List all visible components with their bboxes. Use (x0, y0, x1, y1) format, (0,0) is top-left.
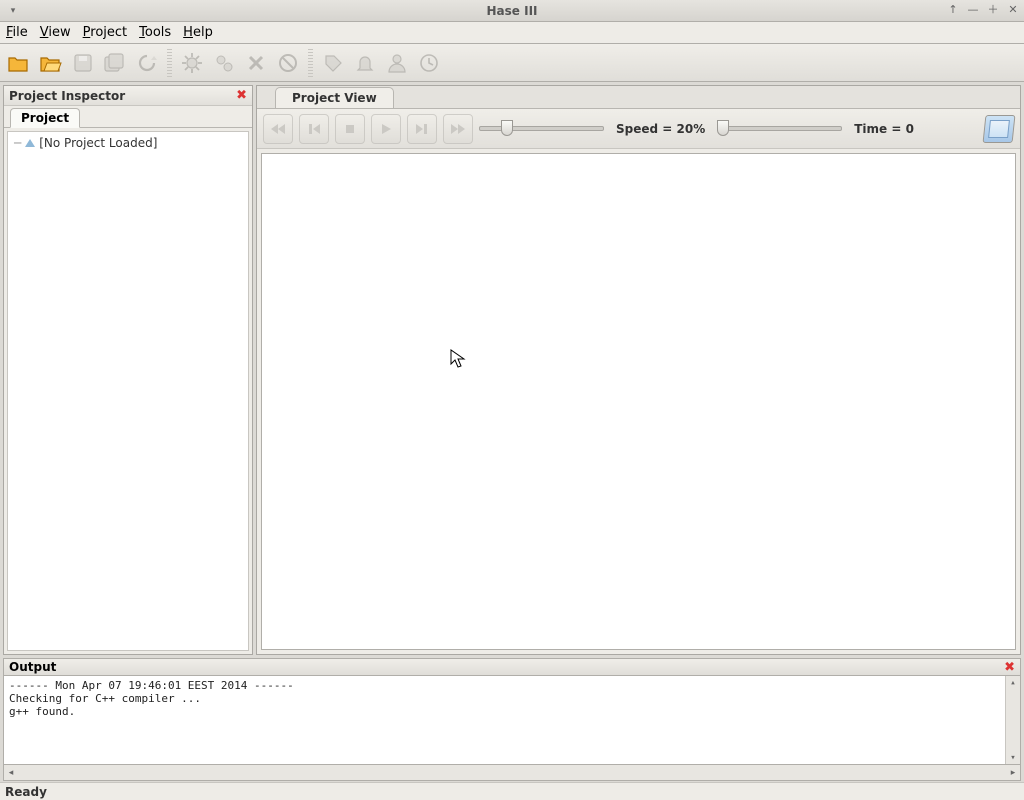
output-close-icon[interactable]: ✖ (1004, 660, 1015, 675)
inspector-title: Project Inspector (9, 89, 125, 103)
open-folder-button[interactable] (4, 48, 34, 78)
tree-branch-icon: ─ (14, 136, 21, 150)
maximize-icon[interactable]: ＋ (986, 2, 1000, 16)
time-slider-thumb[interactable] (717, 120, 729, 136)
inspector-close-icon[interactable]: ✖ (236, 88, 247, 103)
menu-project[interactable]: Project (83, 25, 128, 40)
project-canvas[interactable] (261, 153, 1016, 650)
open-project-button[interactable] (36, 48, 66, 78)
output-vscrollbar[interactable]: ▴ ▾ (1005, 676, 1020, 764)
save-all-button (100, 48, 130, 78)
speed-slider[interactable] (479, 119, 604, 139)
scroll-left-icon[interactable]: ◂ (4, 766, 18, 780)
toolbar (0, 44, 1024, 82)
inspector-header: Project Inspector ✖ (4, 86, 252, 106)
stop-playback-button (335, 114, 365, 144)
titlebar: ▾ Hase III ↑ — ＋ ✕ (0, 0, 1024, 22)
build-button (177, 48, 207, 78)
window-up-icon[interactable]: ↑ (946, 2, 960, 16)
tab-project-view[interactable]: Project View (275, 87, 394, 108)
toolbar-separator (308, 49, 313, 77)
fast-forward-button (443, 114, 473, 144)
minimize-icon[interactable]: — (966, 2, 980, 16)
clean-button (273, 48, 303, 78)
step-back-button (299, 114, 329, 144)
menubar: File View Project Tools Help (0, 22, 1024, 44)
menu-tools[interactable]: Tools (139, 25, 171, 40)
pview-tabstrip: Project View (257, 86, 1020, 108)
tree-root-label: [No Project Loaded] (39, 136, 157, 150)
toolbar-separator (167, 49, 172, 77)
menu-view[interactable]: View (40, 25, 71, 40)
tree-root-item[interactable]: ─ [No Project Loaded] (14, 136, 242, 150)
view-options-button[interactable] (983, 115, 1016, 143)
project-view-panel: Project View Speed = 20% Time = (256, 85, 1021, 655)
output-title: Output (9, 660, 56, 674)
close-icon[interactable]: ✕ (1006, 2, 1020, 16)
scroll-right-icon[interactable]: ▸ (1006, 766, 1020, 780)
main-area: Project Inspector ✖ Project ─ [No Projec… (0, 82, 1024, 658)
inspector-tree[interactable]: ─ [No Project Loaded] (7, 131, 249, 651)
tag-button (318, 48, 348, 78)
project-inspector-panel: Project Inspector ✖ Project ─ [No Projec… (3, 85, 253, 655)
scroll-up-icon[interactable]: ▴ (1007, 676, 1020, 689)
statusbar: Ready (0, 782, 1024, 800)
play-button (371, 114, 401, 144)
notify-button (350, 48, 380, 78)
scroll-down-icon[interactable]: ▾ (1007, 751, 1020, 764)
window-title: Hase III (0, 4, 1024, 18)
reload-button (132, 48, 162, 78)
output-header: Output ✖ (3, 658, 1021, 676)
inspector-tab-project[interactable]: Project (10, 108, 80, 128)
time-label: Time = 0 (854, 122, 914, 136)
menu-help[interactable]: Help (183, 25, 213, 40)
output-text[interactable]: ------ Mon Apr 07 19:46:01 EEST 2014 ---… (3, 676, 1021, 765)
speed-label: Speed = 20% (616, 122, 705, 136)
inspector-tabstrip: Project (4, 106, 252, 128)
run-button (209, 48, 239, 78)
time-slider[interactable] (717, 119, 842, 139)
clock-button (414, 48, 444, 78)
playback-controls: Speed = 20% Time = 0 (257, 109, 1020, 149)
stop-button (241, 48, 271, 78)
speed-slider-thumb[interactable] (501, 120, 513, 136)
rewind-button (263, 114, 293, 144)
step-forward-button (407, 114, 437, 144)
status-text: Ready (5, 785, 47, 799)
menu-file[interactable]: File (6, 25, 28, 40)
cursor-icon (450, 349, 466, 369)
user-button (382, 48, 412, 78)
output-hscrollbar[interactable]: ◂ ▸ (3, 765, 1021, 781)
save-button (68, 48, 98, 78)
output-panel: Output ✖ ------ Mon Apr 07 19:46:01 EEST… (0, 658, 1024, 782)
project-root-icon (25, 139, 35, 147)
